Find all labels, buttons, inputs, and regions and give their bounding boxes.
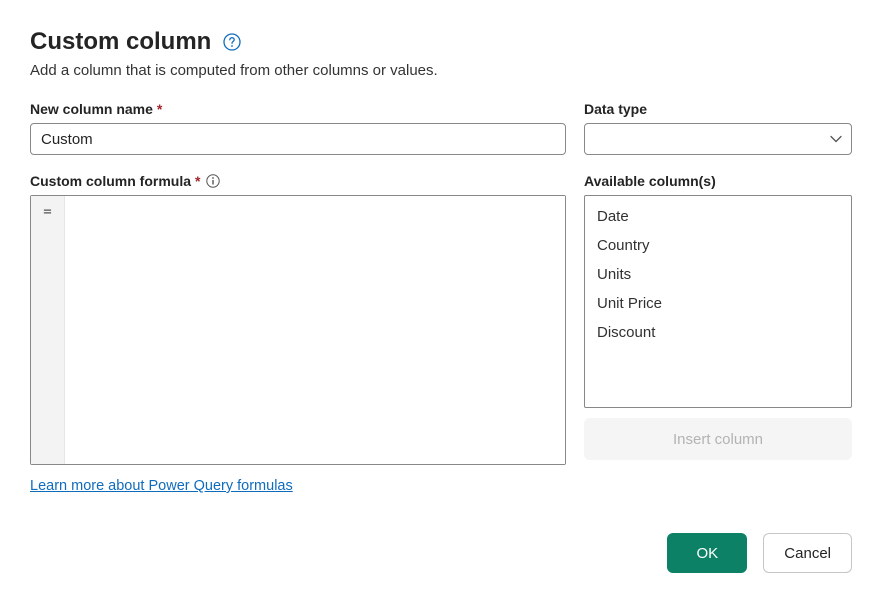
list-item[interactable]: Unit Price [585,289,851,318]
learn-more-link[interactable]: Learn more about Power Query formulas [30,478,293,494]
dialog-footer: OK Cancel [30,533,852,573]
label-text: New column name [30,101,153,117]
list-item[interactable]: Discount [585,318,851,347]
new-column-name-input[interactable] [30,123,566,155]
main-content: New column name * Custom column formula … [30,101,852,495]
list-item[interactable]: Units [585,260,851,289]
dialog-header: Custom column [30,28,852,56]
data-type-select-wrapper [584,123,852,155]
data-type-select[interactable] [584,123,852,155]
available-columns-list[interactable]: Date Country Units Unit Price Discount [584,195,852,408]
formula-label: Custom column formula * [30,173,566,189]
dialog-subtitle: Add a column that is computed from other… [30,62,852,79]
label-text: Custom column formula [30,173,191,189]
dialog-title: Custom column [30,28,211,56]
right-column: Data type Available column(s) Date Count… [584,101,852,495]
list-item[interactable]: Country [585,231,851,260]
cancel-button[interactable]: Cancel [763,533,852,573]
new-column-name-label: New column name * [30,101,566,117]
formula-box: = [30,195,566,465]
help-icon[interactable] [223,33,241,51]
insert-column-button[interactable]: Insert column [584,418,852,460]
data-type-label: Data type [584,101,852,117]
left-column: New column name * Custom column formula … [30,101,566,495]
required-asterisk: * [157,101,162,117]
required-asterisk: * [195,173,200,189]
ok-button[interactable]: OK [667,533,747,573]
formula-gutter: = [31,196,65,464]
formula-editor[interactable] [65,196,565,464]
info-icon[interactable] [206,174,220,188]
available-columns-label: Available column(s) [584,173,852,189]
list-item[interactable]: Date [585,202,851,231]
